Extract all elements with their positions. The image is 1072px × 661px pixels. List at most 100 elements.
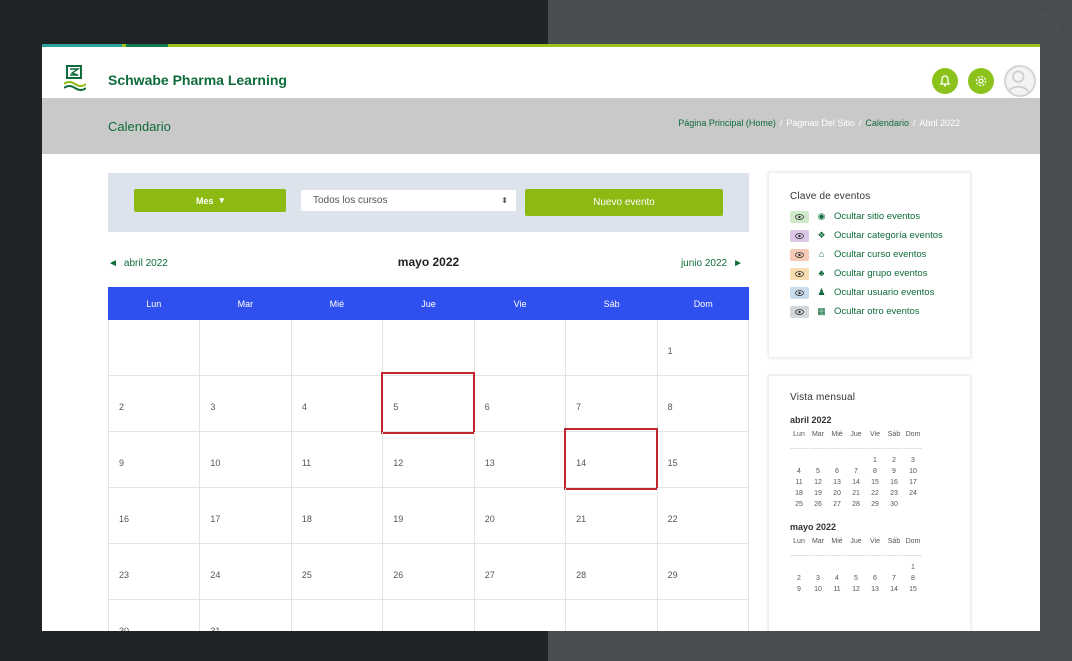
event-key-row[interactable]: ♟ Ocultar usuario eventos <box>790 286 970 299</box>
brand-name[interactable]: Schwabe Pharma Learning <box>108 72 287 88</box>
calendar-day-cell[interactable]: 10 <box>200 432 292 488</box>
mini-day[interactable]: 4 <box>790 466 808 477</box>
mini-day[interactable]: 16 <box>885 477 903 488</box>
calendar-day-cell[interactable]: 12 <box>383 432 475 488</box>
calendar-day-cell[interactable]: 8 <box>657 376 749 432</box>
calendar-day-cell[interactable]: 15 <box>657 432 749 488</box>
mini-day[interactable]: 4 <box>828 573 846 584</box>
calendar-day-cell[interactable]: 4 <box>291 376 384 432</box>
mini-day[interactable]: 12 <box>847 584 865 595</box>
calendar-day-cell[interactable]: 22 <box>657 488 749 544</box>
eye-icon[interactable] <box>790 230 809 242</box>
calendar-day-cell[interactable]: 1 <box>657 320 749 376</box>
event-key-row[interactable]: ◉ Ocultar sitio eventos <box>790 210 970 223</box>
mini-day[interactable]: 12 <box>809 477 827 488</box>
calendar-day-cell[interactable]: 14 <box>564 428 659 490</box>
calendar-day-cell[interactable]: 26 <box>383 544 475 600</box>
calendar-day-cell[interactable]: 23 <box>109 544 201 600</box>
user-avatar[interactable] <box>1004 65 1036 97</box>
mini-day[interactable]: 6 <box>866 573 884 584</box>
mini-day[interactable]: 22 <box>866 488 884 499</box>
eye-icon[interactable] <box>790 306 809 318</box>
event-key-row[interactable]: ▦ Ocultar otro eventos <box>790 305 970 318</box>
event-key-row[interactable]: ♣ Ocultar grupo eventos <box>790 267 970 280</box>
mini-day[interactable]: 1 <box>904 562 922 573</box>
mini-day[interactable]: 2 <box>885 455 903 466</box>
mini-day[interactable]: 19 <box>809 488 827 499</box>
mini-day[interactable]: 25 <box>790 499 808 510</box>
calendar-day-cell[interactable]: 3 <box>200 376 292 432</box>
mini-day[interactable]: 2 <box>790 573 808 584</box>
mini-day[interactable]: 18 <box>790 488 808 499</box>
breadcrumb-site-pages[interactable]: Páginas Del Sitio <box>786 118 855 128</box>
mini-day[interactable]: 23 <box>885 488 903 499</box>
calendar-day-cell[interactable]: 31 <box>200 600 292 631</box>
mini-day[interactable]: 30 <box>885 499 903 510</box>
notifications-button[interactable] <box>932 68 958 94</box>
mini-day[interactable]: 15 <box>904 584 922 595</box>
mini-day[interactable]: 9 <box>790 584 808 595</box>
calendar-day-cell[interactable]: 6 <box>474 376 567 432</box>
mini-day[interactable]: 28 <box>847 499 865 510</box>
mini-day[interactable]: 3 <box>809 573 827 584</box>
event-key-row[interactable]: ❖ Ocultar categoría eventos <box>790 229 970 242</box>
mini-month-label[interactable]: abril 2022 <box>790 415 970 425</box>
calendar-day-cell[interactable]: 19 <box>383 488 475 544</box>
mini-month-label[interactable]: mayo 2022 <box>790 522 970 532</box>
calendar-day-cell[interactable]: 29 <box>657 544 749 600</box>
breadcrumb-home[interactable]: Página Principal (Home) <box>678 118 776 128</box>
event-key-row[interactable]: ⌂ Ocultar curso eventos <box>790 248 970 261</box>
calendar-day-cell[interactable]: 30 <box>109 600 201 631</box>
mini-day[interactable]: 1 <box>866 455 884 466</box>
next-month-link[interactable]: junio 2022 ► <box>681 258 743 269</box>
logo-icon[interactable] <box>63 65 87 91</box>
calendar-day-cell[interactable]: 17 <box>200 488 292 544</box>
new-event-button[interactable]: Nuevo evento <box>525 189 723 216</box>
mini-day[interactable]: 26 <box>809 499 827 510</box>
mini-day[interactable]: 5 <box>809 466 827 477</box>
calendar-day-cell[interactable]: 9 <box>109 432 201 488</box>
mini-day[interactable]: 15 <box>866 477 884 488</box>
mini-day[interactable]: 8 <box>904 573 922 584</box>
calendar-day-cell[interactable]: 5 <box>381 372 476 434</box>
calendar-day-cell[interactable]: 13 <box>474 432 567 488</box>
mini-day[interactable]: 14 <box>885 584 903 595</box>
breadcrumb-calendar[interactable]: Calendario <box>865 118 909 128</box>
calendar-day-cell[interactable]: 16 <box>109 488 201 544</box>
mini-day[interactable]: 24 <box>904 488 922 499</box>
calendar-day-cell[interactable]: 20 <box>474 488 567 544</box>
mini-day[interactable]: 5 <box>847 573 865 584</box>
mini-day[interactable]: 27 <box>828 499 846 510</box>
mini-day[interactable]: 20 <box>828 488 846 499</box>
mini-day[interactable]: 3 <box>904 455 922 466</box>
calendar-day-cell[interactable]: 24 <box>200 544 292 600</box>
eye-icon[interactable] <box>790 268 809 280</box>
mini-day[interactable]: 10 <box>904 466 922 477</box>
mini-day[interactable]: 17 <box>904 477 922 488</box>
mini-day[interactable]: 10 <box>809 584 827 595</box>
mini-day[interactable]: 6 <box>828 466 846 477</box>
mini-day[interactable]: 29 <box>866 499 884 510</box>
settings-button[interactable] <box>968 68 994 94</box>
calendar-day-cell[interactable]: 27 <box>474 544 567 600</box>
mini-day[interactable]: 9 <box>885 466 903 477</box>
mini-day[interactable]: 7 <box>847 466 865 477</box>
eye-icon[interactable] <box>790 287 809 299</box>
course-select[interactable]: Todos los cursos ⬍ <box>300 189 517 212</box>
calendar-day-cell[interactable]: 7 <box>566 376 658 432</box>
mini-day[interactable]: 8 <box>866 466 884 477</box>
calendar-day-cell[interactable]: 11 <box>291 432 384 488</box>
calendar-day-cell[interactable]: 28 <box>566 544 658 600</box>
calendar-day-cell[interactable]: 2 <box>109 376 201 432</box>
calendar-day-cell[interactable]: 21 <box>566 488 658 544</box>
mini-day[interactable]: 11 <box>790 477 808 488</box>
mini-day[interactable]: 14 <box>847 477 865 488</box>
eye-icon[interactable] <box>790 211 809 223</box>
mini-day[interactable]: 11 <box>828 584 846 595</box>
calendar-day-cell[interactable]: 25 <box>291 544 384 600</box>
view-dropdown-button[interactable]: Mes ▾ <box>134 189 286 212</box>
mini-day[interactable]: 21 <box>847 488 865 499</box>
calendar-day-cell[interactable]: 18 <box>291 488 384 544</box>
mini-day[interactable]: 13 <box>828 477 846 488</box>
mini-day[interactable]: 13 <box>866 584 884 595</box>
